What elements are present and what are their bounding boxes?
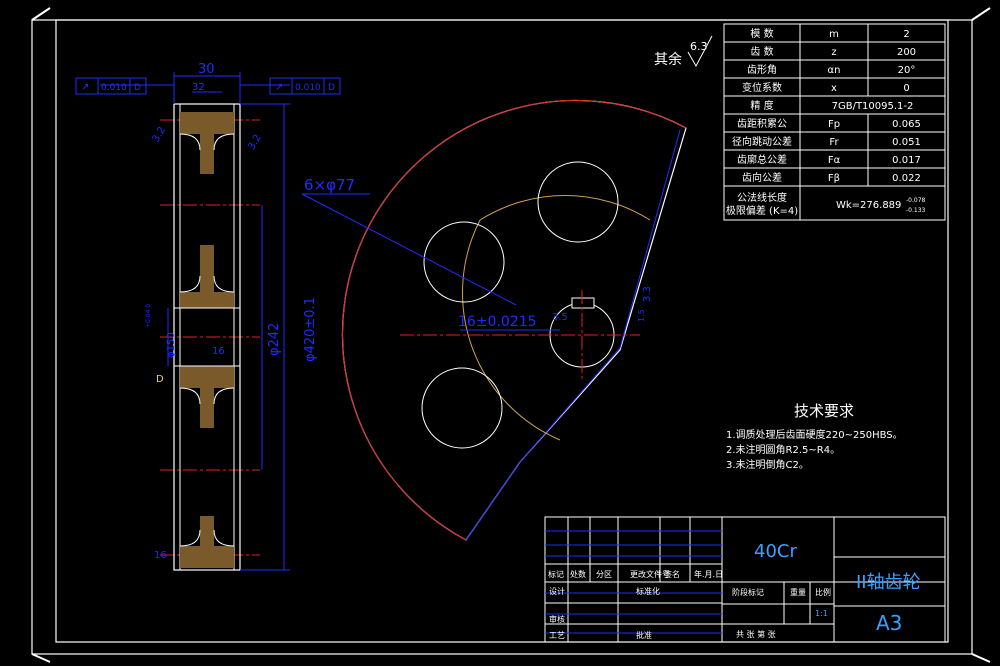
label-standardize: 标准化 (636, 586, 660, 596)
label-review: 审核 (549, 614, 565, 624)
keyway-label: 16±0.0215 (458, 314, 537, 330)
param-name: 齿 数 (750, 45, 773, 58)
tech-item-2: 2.未注明圆角R2.5~R4。 (726, 443, 840, 456)
param-symbol: Fα (828, 155, 841, 166)
dim-width: 30 (198, 62, 215, 77)
cad-drawing-canvas: ↗ 0.010 D ↗ 0.010 D 30 32 3.2 3.2 φ242 φ… (0, 0, 1000, 666)
dim-bore-tol: +0.04 0 (145, 304, 152, 328)
dim-16-mid: 16 (212, 346, 225, 357)
tolerance-left-icon: ↗ (81, 82, 89, 93)
keyway-depth: 3.3 (642, 286, 653, 302)
tolerance-right-icon: ↗ (275, 82, 283, 93)
param-value: 2 (903, 29, 909, 40)
param-name: 齿廓总公差 (737, 153, 787, 166)
upper-hub-section (180, 292, 234, 308)
label-approve: 批准 (636, 630, 652, 640)
param-symbol: m (829, 29, 839, 40)
param-value: 0.017 (892, 155, 921, 166)
label-designer: 设计 (549, 586, 565, 596)
label-count: 处数 (570, 569, 586, 579)
label-sheets: 共 张 第 张 (736, 629, 776, 639)
param-value: 200 (897, 47, 916, 58)
label-date: 年.月.日 (694, 569, 723, 579)
holes-label: 6×φ77 (304, 176, 355, 194)
param-symbol: z (831, 47, 836, 58)
keyway-side: 3.5 (552, 312, 568, 323)
lower-hub-section (180, 366, 234, 388)
param-name-last-2: 极限偏差 (K=4) (726, 204, 798, 217)
param-symbol: Fp (828, 119, 840, 130)
dim-bore: φ150 (166, 332, 177, 358)
dim-hub: 32 (192, 82, 205, 93)
param-value: 0 (903, 83, 909, 94)
dim-dia-outer: φ420±0.1 (303, 297, 318, 362)
param-symbol: Fβ (828, 173, 840, 184)
dim-dia-inner: φ242 (267, 323, 282, 356)
tolerance-left-value: 0.010 (101, 83, 127, 93)
keyway-height: 1.5 (637, 309, 646, 322)
param-symbol: x (831, 83, 837, 94)
label-marker: 标记 (548, 569, 564, 579)
param-symbol: αn (828, 65, 841, 76)
param-name: 变位系数 (742, 81, 782, 94)
param-upper-tol: -0.078 (906, 197, 926, 204)
label-zone: 分区 (596, 570, 612, 579)
drawing-background (0, 0, 1000, 666)
dim-16-bottom: 16 (154, 550, 167, 561)
param-lower-tol: -0.133 (906, 207, 926, 214)
param-value: 20° (898, 65, 916, 76)
part-name: II轴齿轮 (856, 572, 921, 593)
param-name: 齿距积累公 (737, 118, 787, 130)
label-weight: 重量 (790, 587, 806, 597)
param-name: 齿形角 (747, 64, 777, 76)
param-value-last: Wk=276.889 (836, 200, 901, 211)
label-scale: 比例 (815, 587, 831, 597)
tech-item-3: 3.未注明倒角C2。 (726, 458, 809, 471)
datum-label: D (156, 374, 164, 385)
param-name: 模 数 (750, 27, 773, 40)
tech-title: 技术要求 (794, 402, 854, 420)
roughness-value: 6.3 (690, 40, 708, 53)
roughness-prefix: 其余 (654, 51, 682, 68)
param-name: 径向跳动公差 (732, 135, 792, 148)
tolerance-right-datum: D (328, 83, 335, 93)
param-symbol: Fr (829, 137, 839, 148)
scale-value: 1:1 (815, 609, 828, 618)
param-value: 7GB/T10095.1-2 (832, 101, 914, 112)
tech-item-1: 1.调质处理后齿面硬度220~250HBS。 (726, 428, 903, 441)
lower-rim-section (180, 546, 234, 568)
sheet-size: A3 (876, 611, 902, 635)
label-sign: 签名 (664, 569, 680, 579)
material-label: 40Cr (754, 541, 797, 562)
tolerance-right-value: 0.010 (295, 83, 321, 93)
upper-rim-section (180, 112, 234, 134)
param-value: 0.022 (892, 173, 921, 184)
tolerance-left-datum: D (134, 83, 141, 93)
keyway (571, 297, 595, 309)
param-value: 0.051 (892, 137, 921, 148)
param-name-last-1: 公法线长度 (737, 191, 787, 204)
param-name: 齿向公差 (742, 171, 782, 184)
param-value: 0.065 (892, 119, 921, 130)
param-name: 精 度 (750, 99, 773, 112)
label-stage: 阶段标记 (732, 587, 764, 597)
label-craft: 工艺 (549, 631, 565, 640)
